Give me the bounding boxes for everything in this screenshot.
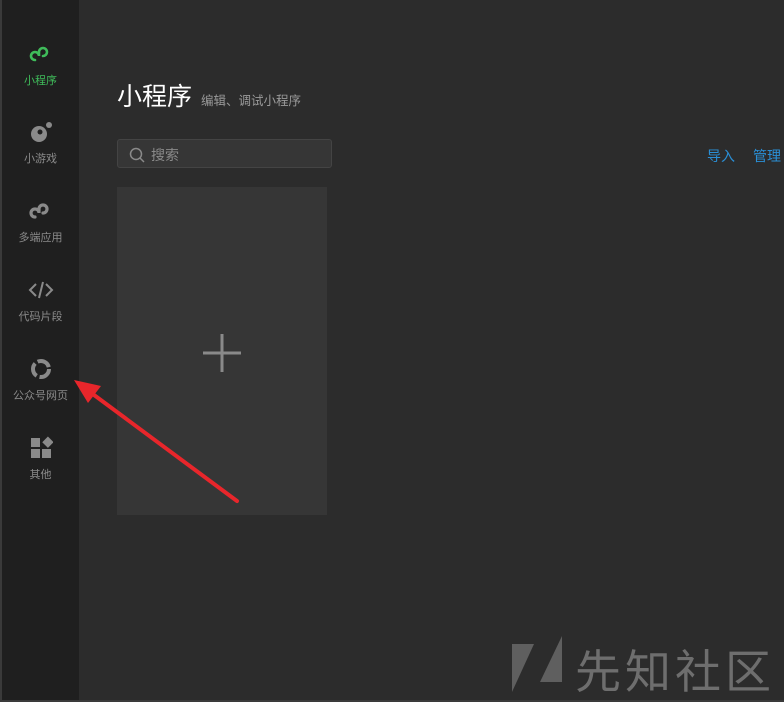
watermark-text: 先知社区 <box>575 645 775 699</box>
annotation-arrow <box>74 380 239 503</box>
watermark-logo <box>512 636 562 692</box>
